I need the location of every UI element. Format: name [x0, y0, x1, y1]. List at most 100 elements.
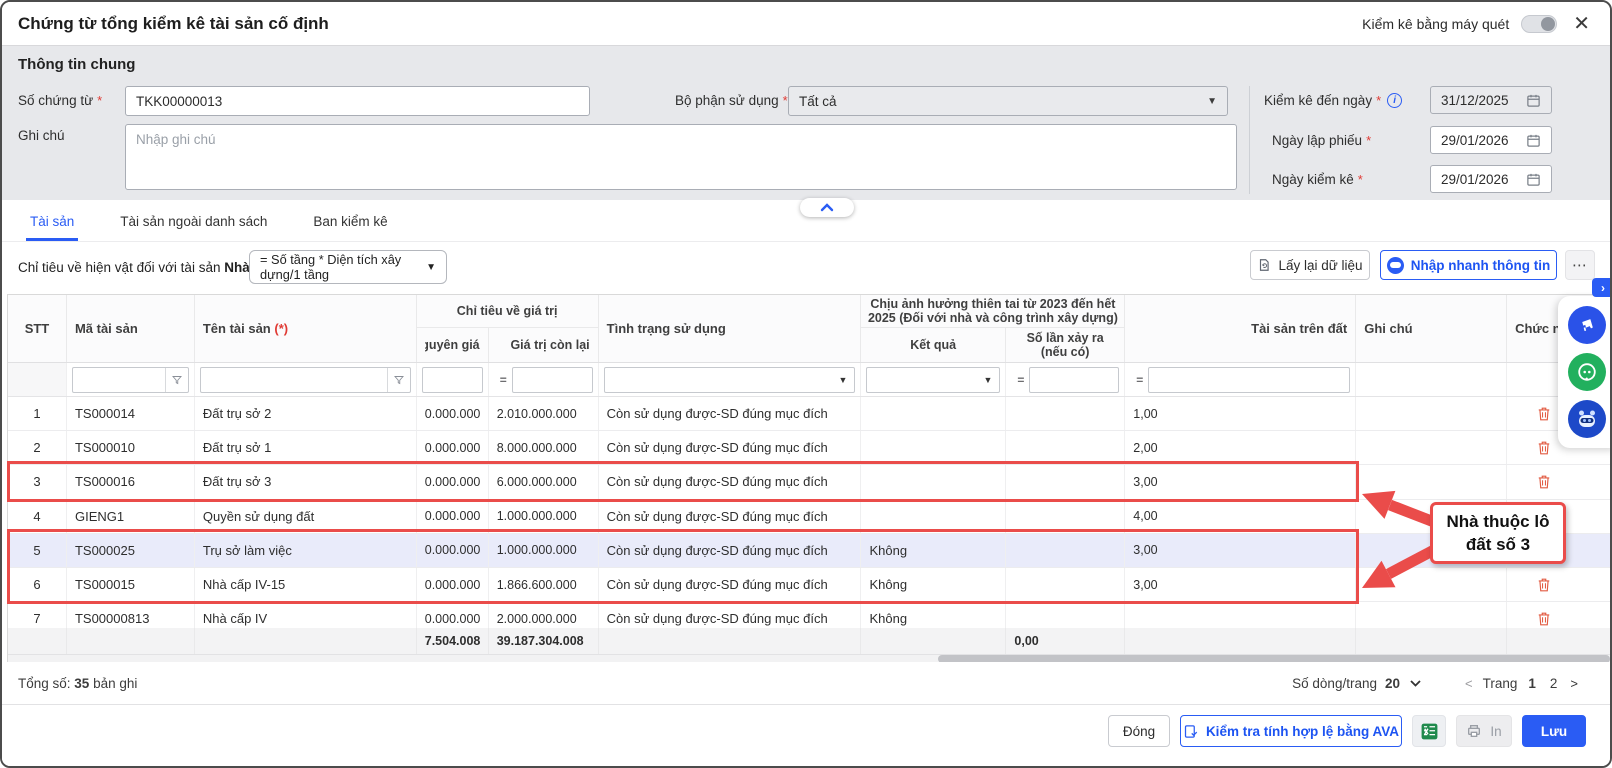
cell-asset-code[interactable]: TS000015 — [67, 568, 195, 601]
inventory-date-input[interactable]: 29/01/2026 — [1430, 165, 1552, 193]
validate-ava-button[interactable]: Kiểm tra tính hợp lệ bằng AVA — [1180, 715, 1402, 747]
close-button[interactable]: Đóng — [1108, 715, 1170, 747]
panda-bot-icon[interactable] — [1568, 400, 1606, 438]
tab-ban-kiem-ke[interactable]: Ban kiểm kê — [309, 204, 391, 241]
cell-result[interactable] — [861, 431, 1006, 464]
table-row[interactable]: 7TS00000813Nhà cấp IV0.000.0002.000.000.… — [8, 602, 1612, 628]
cell-remaining-value[interactable]: 8.000.000.000 — [489, 431, 599, 464]
filter-land-assets[interactable]: = — [1125, 363, 1356, 396]
cell-result[interactable]: Không — [861, 534, 1006, 567]
cell-land-assets[interactable]: 1,00 — [1125, 397, 1356, 430]
cell-original-cost[interactable]: 0.000.000 — [417, 534, 489, 567]
cell-original-cost[interactable]: 0.000.000 — [417, 500, 489, 533]
cell-note[interactable] — [1356, 465, 1507, 498]
filter-usage-status[interactable]: ▼ — [599, 363, 862, 396]
rows-per-page-value[interactable]: 20 — [1385, 676, 1400, 691]
col-stt[interactable]: STT — [8, 295, 67, 362]
cell-occurrences[interactable] — [1006, 397, 1125, 430]
table-row[interactable]: 5TS000025Trụ sở làm việc0.000.0001.000.0… — [8, 534, 1612, 568]
chevron-down-icon[interactable] — [1410, 680, 1421, 687]
cell-asset-code[interactable]: GIENG1 — [67, 500, 195, 533]
cell-asset-name[interactable]: Trụ sở làm việc — [195, 534, 417, 567]
cell-result[interactable] — [861, 500, 1006, 533]
chat-assistant-icon[interactable] — [1568, 353, 1606, 391]
collapse-section-button[interactable] — [800, 198, 854, 217]
cell-note[interactable] — [1356, 568, 1507, 601]
col-result[interactable]: Kết quả — [861, 328, 1005, 362]
tab-tai-san-ngoai-danh-sach[interactable]: Tài sản ngoài danh sách — [116, 204, 271, 241]
cell-asset-name[interactable]: Nhà cấp IV — [195, 602, 417, 628]
delete-row-button[interactable] — [1537, 611, 1551, 627]
cell-asset-code[interactable]: TS000025 — [67, 534, 195, 567]
cell-usage-status[interactable]: Còn sử dụng được-SD đúng mục đích — [599, 534, 862, 567]
cell-occurrences[interactable] — [1006, 431, 1125, 464]
col-land-assets[interactable]: Tài sản trên đất — [1125, 295, 1356, 362]
scanner-toggle[interactable] — [1521, 15, 1557, 33]
cell-original-cost[interactable]: 0.000.000 — [417, 602, 489, 628]
cell-usage-status[interactable]: Còn sử dụng được-SD đúng mục đích — [599, 602, 862, 628]
filter-funnel-icon[interactable] — [165, 368, 188, 392]
department-select[interactable]: Tất cả▼ — [788, 86, 1228, 116]
cell-note[interactable] — [1356, 602, 1507, 628]
cell-result[interactable]: Không — [861, 568, 1006, 601]
save-button[interactable]: Lưu — [1522, 715, 1586, 747]
cell-occurrences[interactable] — [1006, 500, 1125, 533]
cell-result[interactable] — [861, 397, 1006, 430]
export-excel-button[interactable] — [1412, 715, 1446, 747]
cell-remaining-value[interactable]: 1.000.000.000 — [489, 534, 599, 567]
doc-number-input[interactable]: TKK00000013 — [125, 86, 590, 116]
cell-land-assets[interactable]: 2,00 — [1125, 431, 1356, 464]
cell-usage-status[interactable]: Còn sử dụng được-SD đúng mục đích — [599, 397, 862, 430]
calendar-icon[interactable] — [1526, 93, 1541, 108]
cell-usage-status[interactable]: Còn sử dụng được-SD đúng mục đích — [599, 568, 862, 601]
created-date-input[interactable]: 29/01/2026 — [1430, 126, 1552, 154]
side-panel-expand-tab[interactable]: › — [1592, 278, 1612, 297]
delete-row-button[interactable] — [1537, 577, 1551, 593]
cell-note[interactable] — [1356, 397, 1507, 430]
cell-remaining-value[interactable]: 1.000.000.000 — [489, 500, 599, 533]
cell-original-cost[interactable]: 0.000.000 — [417, 397, 489, 430]
cell-stt[interactable]: 5 — [8, 534, 67, 567]
cell-remaining-value[interactable]: 2.000.000.000 — [489, 602, 599, 628]
col-original-cost[interactable]: Nguyên giá — [417, 328, 489, 362]
announcement-icon[interactable] — [1568, 306, 1606, 344]
close-icon[interactable]: ✕ — [1569, 12, 1594, 36]
cell-stt[interactable]: 1 — [8, 397, 67, 430]
tab-tai-san[interactable]: Tài sản — [26, 204, 78, 241]
col-remaining-value[interactable]: Giá trị còn lại — [489, 328, 598, 362]
filter-result[interactable]: ▼ — [861, 363, 1006, 396]
reload-data-button[interactable]: Lấy lại dữ liệu — [1250, 250, 1370, 280]
cell-usage-status[interactable]: Còn sử dụng được-SD đúng mục đích — [599, 500, 862, 533]
filter-asset-code[interactable] — [67, 363, 195, 396]
delete-row-button[interactable] — [1537, 440, 1551, 456]
cell-occurrences[interactable] — [1006, 534, 1125, 567]
cell-land-assets[interactable] — [1125, 602, 1356, 628]
calendar-icon[interactable] — [1526, 172, 1541, 187]
cell-asset-name[interactable]: Quyền sử dụng đất — [195, 500, 417, 533]
cell-asset-name[interactable]: Nhà cấp IV-15 — [195, 568, 417, 601]
delete-row-button[interactable] — [1537, 406, 1551, 422]
cell-note[interactable] — [1356, 431, 1507, 464]
col-occurrences[interactable]: Số lần xảy ra (nếu có) — [1006, 328, 1125, 362]
cell-land-assets[interactable]: 3,00 — [1125, 534, 1356, 567]
cell-asset-code[interactable]: TS000014 — [67, 397, 195, 430]
cell-stt[interactable]: 7 — [8, 602, 67, 628]
cell-asset-name[interactable]: Đất trụ sở 1 — [195, 431, 417, 464]
cell-original-cost[interactable]: 0.000.000 — [417, 431, 489, 464]
filter-asset-name[interactable] — [195, 363, 417, 396]
col-asset-code[interactable]: Mã tài sản — [67, 295, 195, 362]
cell-asset-code[interactable]: TS000010 — [67, 431, 195, 464]
table-row[interactable]: 4GIENG1Quyền sử dụng đất0.000.0001.000.0… — [8, 500, 1612, 534]
next-page-button[interactable]: > — [1568, 676, 1580, 691]
cell-asset-name[interactable]: Đất trụ sở 3 — [195, 465, 417, 498]
note-textarea[interactable] — [125, 124, 1237, 190]
cell-occurrences[interactable] — [1006, 568, 1125, 601]
page-2-button[interactable]: 2 — [1547, 676, 1561, 691]
cell-occurrences[interactable] — [1006, 602, 1125, 628]
cell-usage-status[interactable]: Còn sử dụng được-SD đúng mục đích — [599, 431, 862, 464]
cell-remaining-value[interactable]: 6.000.000.000 — [489, 465, 599, 498]
cell-stt[interactable]: 2 — [8, 431, 67, 464]
filter-original-cost[interactable] — [417, 363, 489, 396]
info-icon[interactable]: i — [1387, 93, 1402, 108]
filter-remaining-value[interactable]: = — [489, 363, 599, 396]
